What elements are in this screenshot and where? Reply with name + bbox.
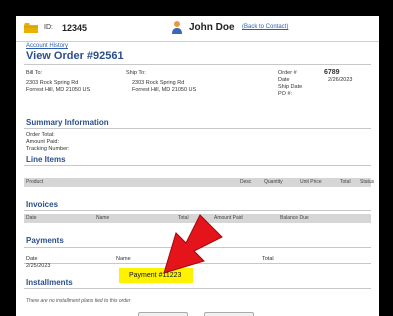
summary-heading: Summary Information <box>26 118 109 127</box>
page-title: View Order #92561 <box>26 50 124 62</box>
col-name: Name <box>116 256 131 262</box>
payments-heading: Payments <box>26 236 64 245</box>
ship-to-label: Ship To: <box>126 70 146 76</box>
invoices-heading: Invoices <box>26 200 59 209</box>
folder-icon <box>24 23 38 33</box>
amount-paid-label: Amount Paid: <box>26 139 60 145</box>
order-num-value: 6789 <box>324 69 340 76</box>
col-unit-price: Unit Price <box>300 179 322 185</box>
line-items-heading: Line Items <box>26 155 66 164</box>
col-total: Total <box>340 179 351 185</box>
ship-to-line2: Forrest Hill, MD 21050 US <box>132 87 197 93</box>
account-id: 12345 <box>62 23 88 33</box>
date-value: 2/26/2023 <box>328 77 353 83</box>
col-quantity: Quantity <box>264 179 283 185</box>
col-status: Status <box>360 179 375 185</box>
col-name: Name <box>96 215 110 221</box>
po-label: PO #: <box>278 91 293 97</box>
line-items-header: Product Desc Quantity Unit Price Total S… <box>24 178 375 187</box>
col-total: Total <box>262 256 274 262</box>
ship-to-line1: 2303 Rock Spring Rd <box>132 80 185 86</box>
divider <box>24 288 371 289</box>
back-to-contact-link[interactable]: (Back to Contact) <box>242 24 288 30</box>
col-date: Date <box>26 256 38 262</box>
action-button[interactable] <box>204 312 254 316</box>
divider <box>24 128 371 129</box>
col-date: Date <box>26 215 37 221</box>
date-label: Date <box>278 77 290 83</box>
breadcrumb[interactable]: Account History <box>26 43 68 49</box>
bill-to-line1: 2303 Rock Spring Rd <box>26 80 79 86</box>
action-button[interactable] <box>138 312 188 316</box>
installments-note: There are no installment plans tied to t… <box>26 298 131 304</box>
payment-date: 2/25/2023 <box>26 263 51 269</box>
col-desc: Desc <box>240 179 252 185</box>
order-num-label: Order # <box>278 70 297 76</box>
bill-to-label: Bill To: <box>26 70 43 76</box>
top-bar: ID: 12345 John Doe (Back to Contact) <box>16 16 379 42</box>
order-total-label: Order Total: <box>26 132 55 138</box>
red-arrow-annotation <box>163 214 223 274</box>
installments-heading: Installments <box>26 278 73 287</box>
divider <box>24 165 371 166</box>
bill-to-line2: Forrest Hill, MD 21050 US <box>26 87 91 93</box>
id-label: ID: <box>44 24 53 31</box>
user-name: John Doe <box>189 22 235 33</box>
divider <box>24 64 371 65</box>
ship-date-label: Ship Date <box>278 84 303 90</box>
col-balance-due: Balance Due <box>280 215 309 221</box>
col-product: Product <box>26 179 44 185</box>
person-icon <box>172 21 182 34</box>
tracking-number-label: Tracking Number: <box>26 146 70 152</box>
order-page: ID: 12345 John Doe (Back to Contact) Acc… <box>16 16 379 316</box>
